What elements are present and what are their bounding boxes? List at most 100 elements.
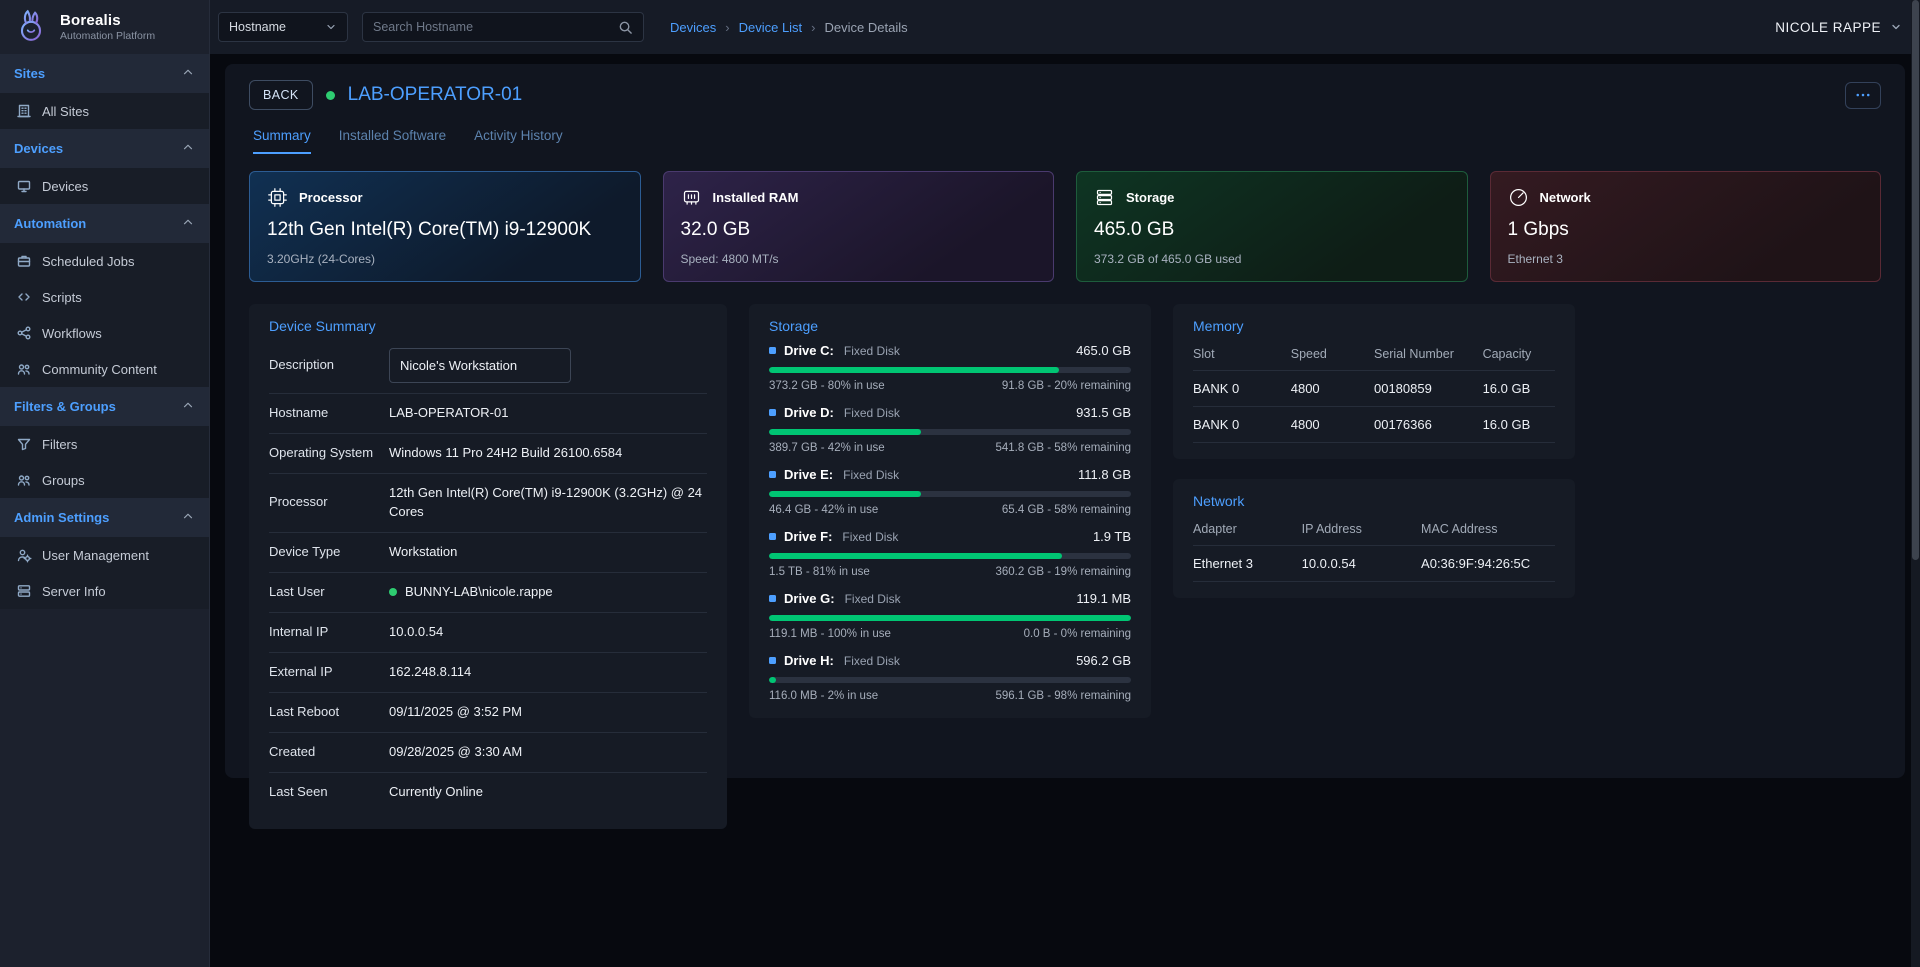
summary-row-value: 162.248.8.114 (389, 663, 471, 682)
table-cell: 10.0.0.54 (1302, 546, 1421, 582)
stat-card-header: Processor (267, 187, 623, 208)
scrollbar-thumb[interactable] (1912, 0, 1919, 560)
table-cell: Ethernet 3 (1193, 546, 1302, 582)
hostname-filter-select[interactable]: Hostname (218, 12, 348, 42)
server-icon (16, 583, 32, 599)
drive-bullet-icon (769, 657, 776, 664)
description-input[interactable] (389, 348, 571, 383)
summary-row-value: LAB-OPERATOR-01 (389, 404, 508, 423)
stat-card-processor: Processor12th Gen Intel(R) Core(TM) i9-1… (249, 171, 641, 282)
table-cell: BANK 0 (1193, 407, 1291, 443)
drive-stats: 46.4 GB - 42% in use65.4 GB - 58% remain… (769, 504, 1131, 516)
summary-row-value: 09/11/2025 @ 3:52 PM (389, 703, 522, 722)
sidebar-item-community-content[interactable]: Community Content (0, 351, 209, 387)
tabs: Summary Installed Software Activity Histor… (253, 128, 1891, 154)
tab-summary[interactable]: Summary (253, 128, 311, 154)
sidebar-item-all-sites[interactable]: All Sites (0, 93, 209, 129)
workflow-icon (16, 325, 32, 341)
drive-type: Fixed Disk (842, 530, 898, 544)
sidebar-section-admin-settings[interactable]: Admin Settings (0, 498, 209, 537)
search-icon[interactable] (618, 20, 633, 35)
summary-row-label: Device Type (269, 544, 389, 561)
summary-row-external-ip: External IP162.248.8.114 (269, 653, 707, 693)
drive-header: Drive C:Fixed Disk465.0 GB (769, 343, 1131, 358)
search-box[interactable] (362, 12, 644, 42)
sidebar-item-groups[interactable]: Groups (0, 462, 209, 498)
column-header-mac-address: MAC Address (1421, 513, 1555, 546)
sidebar: Borealis Automation Platform SitesAll Si… (0, 0, 210, 967)
drive-list: Drive C:Fixed Disk465.0 GB373.2 GB - 80%… (769, 343, 1131, 702)
sidebar-item-label: Scripts (42, 290, 82, 305)
drive-header: Drive D: Fixed Disk 931.5 GB (769, 405, 1131, 420)
column-header-serial-number: Serial Number (1374, 338, 1483, 371)
drive-size: 111.8 GB (1078, 467, 1131, 482)
breadcrumb-devices[interactable]: Devices (670, 20, 716, 35)
sidebar-item-user-management[interactable]: User Management (0, 537, 209, 573)
summary-row-label: Description (269, 357, 389, 374)
groups-icon (16, 472, 32, 488)
search-input[interactable] (373, 20, 610, 34)
back-button[interactable]: BACK (249, 80, 313, 110)
stat-card-storage: Storage465.0 GB373.2 GB of 465.0 GB used (1076, 171, 1468, 282)
stat-card-footer: 3.20GHz (24-Cores) (267, 252, 623, 266)
briefcase-icon (16, 253, 32, 269)
sidebar-item-label: Scheduled Jobs (42, 254, 135, 269)
stat-card-installed-ram: Installed RAM32.0 GBSpeed: 4800 MT/s (663, 171, 1055, 282)
drive-name: Drive D: (784, 405, 834, 420)
data-table: SlotSpeedSerial NumberCapacityBANK 04800… (1193, 338, 1555, 443)
stat-card-footer: 373.2 GB of 465.0 GB used (1094, 252, 1450, 266)
brand: Borealis Automation Platform (0, 0, 209, 54)
summary-row-last-reboot: Last Reboot09/11/2025 @ 3:52 PM (269, 693, 707, 733)
breadcrumb: Devices›Device List›Device Details (670, 20, 908, 35)
tab-activity-history[interactable]: Activity History (474, 128, 563, 154)
page-title: LAB-OPERATOR-01 (348, 84, 523, 106)
sidebar-section-sites[interactable]: Sites (0, 54, 209, 93)
sidebar-item-label: User Management (42, 548, 149, 563)
sidebar-item-workflows[interactable]: Workflows (0, 315, 209, 351)
stat-card-header: Storage (1094, 187, 1450, 208)
sidebar-section-automation[interactable]: Automation (0, 204, 209, 243)
drive-usage-bar (769, 429, 1131, 435)
people-icon (16, 361, 32, 377)
code-icon (16, 289, 32, 305)
table-cell: 4800 (1291, 407, 1374, 443)
summary-row-text: 09/28/2025 @ 3:30 AM (389, 743, 522, 762)
summary-row-label: Last Seen (269, 784, 389, 801)
drive-header: Drive E:Fixed Disk111.8 GB (769, 467, 1131, 482)
breadcrumb-device-list[interactable]: Device List (739, 20, 803, 35)
drive-size: 931.5 GB (1076, 405, 1131, 420)
drive-usage-fill (769, 367, 1059, 373)
sidebar-item-devices[interactable]: Devices (0, 168, 209, 204)
summary-row-label: Operating System (269, 445, 389, 462)
table-cell: A0:36:9F:94:26:5C (1421, 546, 1555, 582)
drive-name: Drive F: (784, 529, 832, 544)
user-menu[interactable]: NICOLE RAPPE (1775, 20, 1902, 35)
drive-type: Fixed Disk (844, 344, 900, 358)
breadcrumb-separator: › (725, 20, 729, 35)
table-header-row: AdapterIP AddressMAC Address (1193, 513, 1555, 546)
page-scrollbar[interactable] (1911, 0, 1920, 967)
data-table: AdapterIP AddressMAC AddressEthernet 310… (1193, 513, 1555, 582)
summary-row-description: Description (269, 338, 707, 394)
summary-row-last-seen: Last SeenCurrently Online (269, 773, 707, 813)
summary-row-text: 12th Gen Intel(R) Core(TM) i9-12900K (3.… (389, 484, 707, 522)
summary-row-label: Internal IP (269, 624, 389, 641)
sidebar-item-filters[interactable]: Filters (0, 426, 209, 462)
summary-row-label: Last Reboot (269, 704, 389, 721)
sidebar-section-devices[interactable]: Devices (0, 129, 209, 168)
sidebar-item-scripts[interactable]: Scripts (0, 279, 209, 315)
detail-columns: Device Summary Description HostnameLAB-O… (249, 304, 1881, 829)
sidebar-item-scheduled-jobs[interactable]: Scheduled Jobs (0, 243, 209, 279)
drive-type: Fixed Disk (844, 406, 900, 420)
summary-row-text: LAB-OPERATOR-01 (389, 404, 508, 423)
sidebar-item-server-info[interactable]: Server Info (0, 573, 209, 609)
drive-name: Drive C: (784, 343, 834, 358)
tab-installed-software[interactable]: Installed Software (339, 128, 446, 154)
drive-usage-bar (769, 615, 1131, 621)
sidebar-section-filters-groups[interactable]: Filters & Groups (0, 387, 209, 426)
more-actions-button[interactable] (1845, 82, 1881, 109)
hostname-filter-value: Hostname (229, 20, 286, 34)
panel-header: BACK LAB-OPERATOR-01 (239, 80, 1891, 110)
brand-name: Borealis (60, 12, 155, 29)
stat-card-value: 1 Gbps (1508, 219, 1864, 241)
